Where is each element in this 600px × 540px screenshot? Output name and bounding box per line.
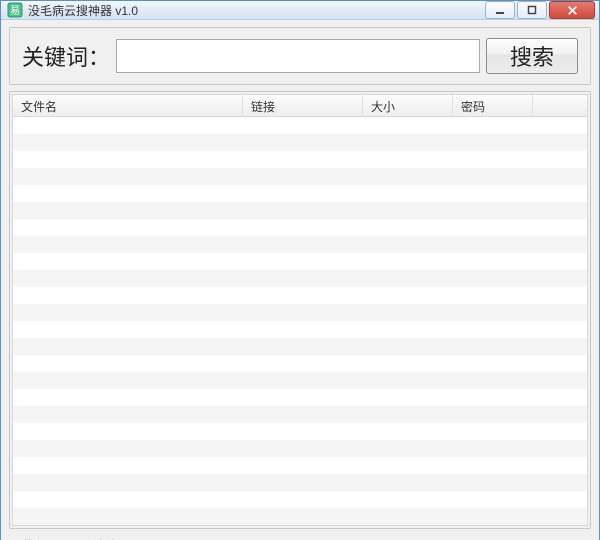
table-row[interactable] bbox=[13, 287, 587, 304]
listview-header[interactable]: 文件名 链接 大小 密码 bbox=[13, 95, 587, 117]
table-row[interactable] bbox=[13, 457, 587, 474]
table-row[interactable] bbox=[13, 406, 587, 423]
table-row[interactable] bbox=[13, 253, 587, 270]
table-row[interactable] bbox=[13, 168, 587, 185]
results-panel: 文件名 链接 大小 密码 bbox=[9, 91, 591, 529]
minimize-button[interactable] bbox=[485, 1, 515, 19]
table-row[interactable] bbox=[13, 134, 587, 151]
table-row[interactable] bbox=[13, 117, 587, 134]
table-row[interactable] bbox=[13, 185, 587, 202]
window-title: 没毛病云搜神器 v1.0 bbox=[28, 2, 138, 19]
table-row[interactable] bbox=[13, 508, 587, 525]
table-row[interactable] bbox=[13, 491, 587, 508]
app-icon: 易 bbox=[7, 2, 23, 18]
table-row[interactable] bbox=[13, 389, 587, 406]
table-row[interactable] bbox=[13, 338, 587, 355]
table-row[interactable] bbox=[13, 372, 587, 389]
keyword-label: 关键词： bbox=[22, 40, 110, 72]
column-link[interactable]: 链接 bbox=[243, 95, 363, 116]
column-spacer bbox=[533, 95, 587, 116]
status-link[interactable]: 架构师 bbox=[11, 537, 47, 540]
keyword-input[interactable] bbox=[116, 39, 480, 73]
table-row[interactable] bbox=[13, 474, 587, 491]
close-button[interactable] bbox=[549, 1, 595, 19]
search-button[interactable]: 搜索 bbox=[486, 38, 578, 74]
table-row[interactable] bbox=[13, 270, 587, 287]
table-row[interactable] bbox=[13, 440, 587, 457]
titlebar[interactable]: 易 没毛病云搜神器 v1.0 bbox=[1, 1, 599, 20]
svg-text:易: 易 bbox=[10, 5, 20, 17]
column-filename[interactable]: 文件名 bbox=[13, 95, 243, 116]
window-controls bbox=[485, 1, 595, 19]
status-bar: 架构师 | by : 小渣渣 bbox=[9, 535, 591, 540]
status-author: 小渣渣 bbox=[81, 537, 117, 540]
table-row[interactable] bbox=[13, 236, 587, 253]
table-row[interactable] bbox=[13, 202, 587, 219]
table-row[interactable] bbox=[13, 321, 587, 338]
maximize-button[interactable] bbox=[517, 1, 547, 19]
client-area: 关键词： 搜索 文件名 链接 大小 密码 架构师 | by : 小渣渣 bbox=[1, 20, 599, 540]
table-row[interactable] bbox=[13, 423, 587, 440]
listview-body[interactable] bbox=[13, 117, 587, 525]
app-window: 易 没毛病云搜神器 v1.0 关键词： 搜索 文件名 bbox=[0, 0, 600, 540]
table-row[interactable] bbox=[13, 355, 587, 372]
column-password[interactable]: 密码 bbox=[453, 95, 533, 116]
search-panel: 关键词： 搜索 bbox=[9, 27, 591, 85]
table-row[interactable] bbox=[13, 304, 587, 321]
results-listview[interactable]: 文件名 链接 大小 密码 bbox=[12, 94, 588, 526]
table-row[interactable] bbox=[13, 219, 587, 236]
column-size[interactable]: 大小 bbox=[363, 95, 453, 116]
table-row[interactable] bbox=[13, 151, 587, 168]
